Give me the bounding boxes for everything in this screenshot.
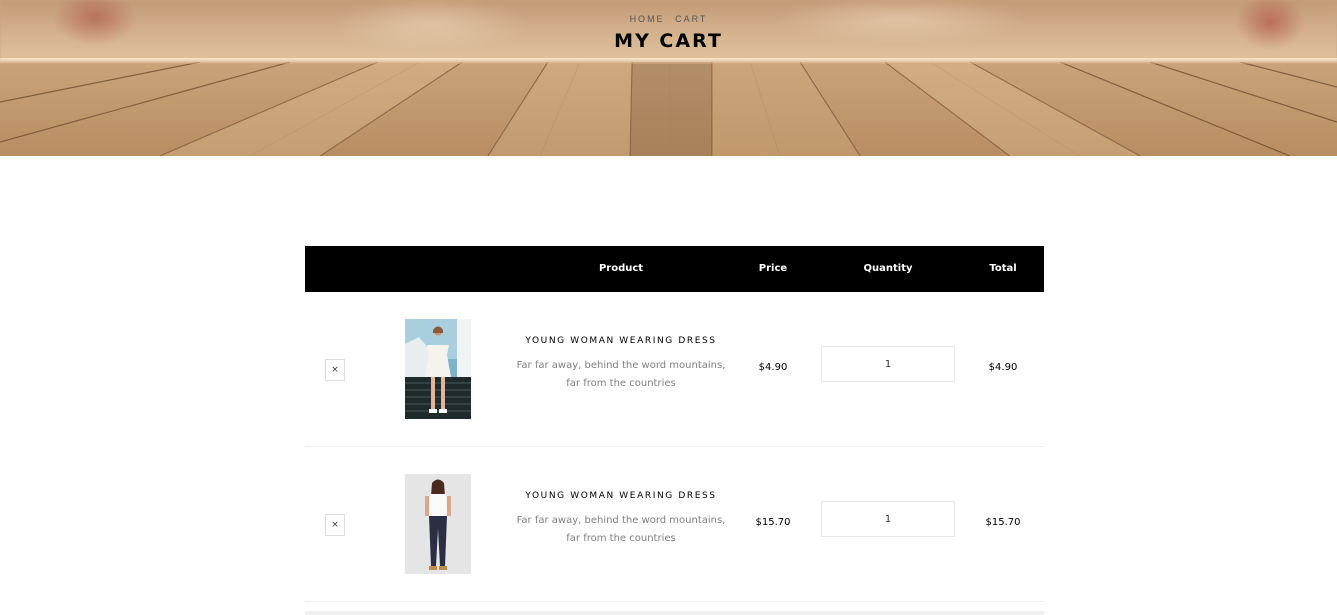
header-total: Total [989,263,1017,274]
product-photo-woman-white-top [405,474,471,574]
cart-row: × YOUNG WOMAN WEARING DRESS Far far away… [305,292,1044,447]
page-title-text: My Cart [614,30,723,52]
remove-item-button[interactable]: × [325,359,345,381]
breadcrumb: Home Cart [0,14,1337,24]
header-quantity: Quantity [863,263,913,274]
cart-totals-divider [305,611,1044,615]
cart-row: × Young Woman Wearing Dress Far far away… [305,447,1044,602]
cart-table: Product Price Quantity Total × YOUNG WOM… [305,246,1044,602]
cart-table-header: Product Price Quantity Total [305,246,1044,292]
product-name[interactable]: Young Woman Wearing Dress [515,491,727,501]
hero-banner: Home Cart My Cart [0,0,1337,156]
page-title: My Cart [0,30,1337,52]
product-price: $4.90 [758,362,788,373]
header-price: Price [758,263,788,274]
product-image[interactable] [405,474,471,574]
row-total: $4.90 [988,362,1018,373]
header-product: Product [598,263,644,274]
row-total: $15.70 [985,517,1021,528]
product-photo-woman-white-dress [405,319,471,419]
breadcrumb-current: Cart [675,14,708,24]
product-image[interactable] [405,319,471,419]
product-name[interactable]: Young Woman Wearing Dress [515,336,727,346]
quantity-input[interactable] [821,346,955,382]
remove-item-button[interactable]: × [325,514,345,536]
breadcrumb-home-link[interactable]: Home [630,14,665,24]
product-description: Far far away, behind the word mountains,… [516,515,726,544]
product-description: Far far away, behind the word mountains,… [516,360,726,389]
hero-floor-edge [0,58,1337,64]
wood-floor-image [0,62,1337,156]
product-price: $15.70 [755,517,791,528]
quantity-input[interactable] [821,501,955,537]
